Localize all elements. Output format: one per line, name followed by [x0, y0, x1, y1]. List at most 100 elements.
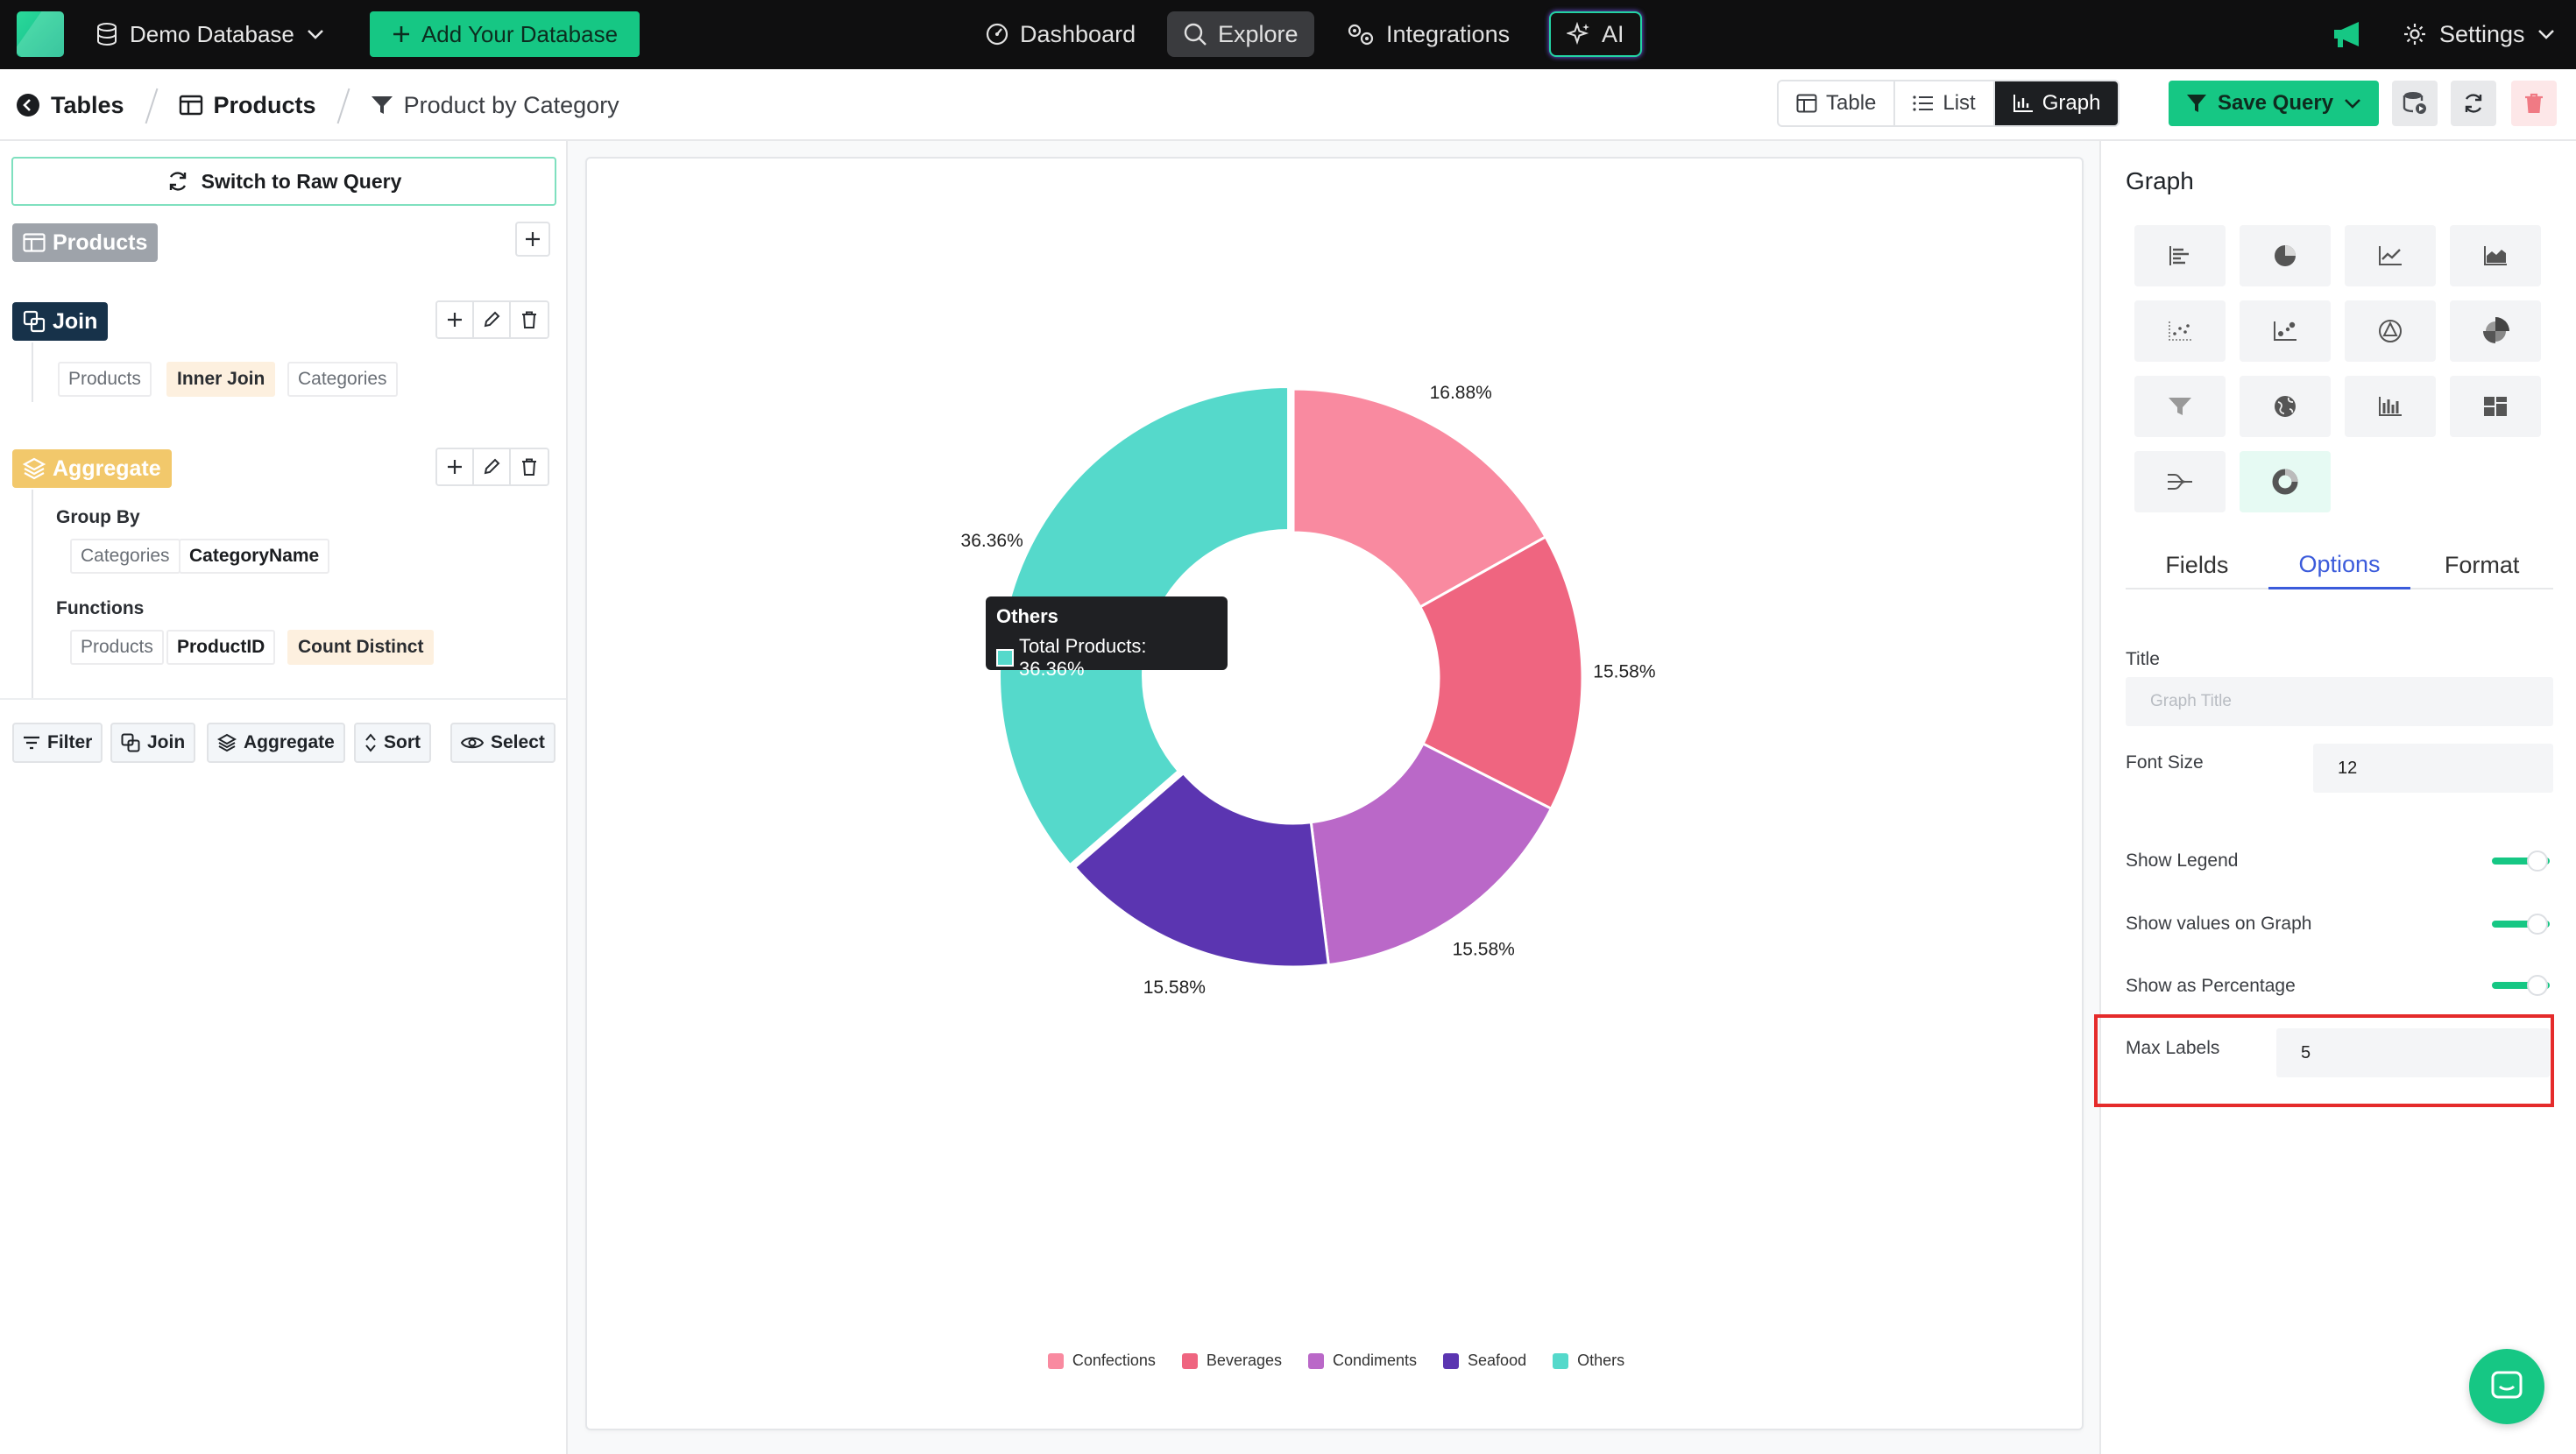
delete-query-button[interactable]	[2511, 81, 2557, 126]
view-list-label: List	[1943, 91, 1976, 115]
announcement-icon[interactable]	[2331, 19, 2366, 49]
breadcrumb-products[interactable]: Products	[179, 92, 316, 119]
table-icon	[23, 233, 46, 252]
group-by-field[interactable]: CategoryName	[179, 539, 330, 574]
bar-chart-icon	[2168, 245, 2192, 266]
refresh-button[interactable]	[2451, 81, 2496, 126]
show-values-label: Show values on Graph	[2126, 914, 2312, 934]
nav-dashboard[interactable]: Dashboard	[969, 11, 1151, 57]
trash-icon	[2523, 92, 2544, 115]
legend-swatch	[1181, 1352, 1198, 1369]
chart-type-donut[interactable]	[2240, 451, 2331, 512]
filter-icon	[2186, 94, 2207, 113]
nav-ai[interactable]: AI	[1549, 11, 1642, 57]
chart-type-funnel[interactable]	[2134, 376, 2226, 437]
bubble-chart-icon	[2273, 321, 2297, 342]
add-to-aggregate-button[interactable]	[437, 449, 474, 484]
join-type[interactable]: Inner Join	[166, 362, 276, 397]
tab-fields[interactable]: Fields	[2126, 542, 2268, 588]
run-query-button[interactable]	[2392, 81, 2438, 126]
legend-item-others[interactable]: Others	[1553, 1352, 1624, 1370]
slice-value-label: 15.58%	[1453, 939, 1515, 959]
add-aggregate-button[interactable]: Aggregate	[207, 723, 345, 763]
legend-item-beverages[interactable]: Beverages	[1181, 1352, 1282, 1370]
tab-options[interactable]: Options	[2268, 542, 2411, 589]
database-run-icon	[2402, 90, 2428, 116]
tooltip-value: Total Products: 36.36%	[1018, 635, 1147, 680]
legend-item-condiments[interactable]: Condiments	[1307, 1352, 1418, 1370]
join-right-table[interactable]: Categories	[287, 362, 398, 397]
edit-aggregate-button[interactable]	[474, 449, 511, 484]
chart-type-sankey[interactable]	[2134, 451, 2226, 512]
chart-type-histogram[interactable]	[2345, 376, 2436, 437]
join-block-tag[interactable]: Join	[12, 302, 109, 341]
legend-swatch	[1307, 1352, 1324, 1369]
app-logo[interactable]	[17, 11, 64, 57]
chart-type-pie[interactable]	[2240, 225, 2331, 286]
polar-area-icon	[2480, 316, 2510, 346]
add-to-join-button[interactable]	[437, 302, 474, 337]
legend-swatch	[1553, 1352, 1569, 1369]
legend-item-seafood[interactable]: Seafood	[1443, 1352, 1526, 1370]
support-chat-button[interactable]	[2469, 1349, 2544, 1424]
chevron-down-icon	[2344, 98, 2361, 109]
chart-type-scatter[interactable]	[2134, 300, 2226, 362]
add-sort-label: Sort	[384, 732, 421, 752]
group-by-table[interactable]: Categories	[70, 539, 180, 574]
view-graph-button[interactable]: Graph	[1994, 81, 2119, 125]
legend-label: Condiments	[1332, 1352, 1418, 1369]
legend-label: Confections	[1072, 1352, 1156, 1369]
chart-type-polar[interactable]	[2450, 300, 2541, 362]
function-name[interactable]: Count Distinct	[287, 630, 435, 665]
scatter-chart-icon	[2168, 321, 2192, 342]
chart-type-bar[interactable]	[2134, 225, 2226, 286]
swap-icon	[166, 171, 189, 192]
database-selector[interactable]: Demo Database	[96, 15, 324, 53]
settings-tabs: Fields Options Format	[2126, 542, 2553, 589]
source-table-tag[interactable]: Products	[12, 223, 159, 262]
show-legend-toggle[interactable]	[2492, 851, 2550, 872]
add-sort-button[interactable]: Sort	[354, 723, 431, 763]
chart-type-radar[interactable]	[2345, 300, 2436, 362]
view-table-button[interactable]: Table	[1779, 81, 1896, 125]
chart-type-treemap[interactable]	[2450, 376, 2541, 437]
add-filter-button[interactable]: Filter	[12, 723, 103, 763]
dashboard-icon	[985, 22, 1009, 46]
show-percentage-toggle[interactable]	[2492, 975, 2550, 996]
switch-raw-query-label: Switch to Raw Query	[201, 169, 402, 193]
aggregate-block-tag[interactable]: Aggregate	[12, 449, 172, 488]
nav-integrations-label: Integrations	[1386, 20, 1511, 47]
tab-format[interactable]: Format	[2410, 542, 2553, 588]
show-values-toggle[interactable]	[2492, 914, 2550, 935]
add-select-label: Select	[491, 732, 545, 752]
refresh-icon	[2462, 92, 2485, 115]
breadcrumb-tables-label: Tables	[51, 91, 124, 118]
add-join-button[interactable]: Join	[110, 723, 196, 763]
edit-join-button[interactable]	[474, 302, 511, 337]
settings-menu[interactable]: Settings	[2403, 15, 2555, 53]
nav-integrations[interactable]: Integrations	[1330, 11, 1525, 57]
chart-type-area[interactable]	[2450, 225, 2541, 286]
switch-raw-query-button[interactable]: Switch to Raw Query	[11, 157, 556, 206]
chart-type-bubble[interactable]	[2240, 300, 2331, 362]
add-select-button[interactable]: Select	[450, 723, 556, 763]
view-list-button[interactable]: List	[1895, 81, 1995, 125]
delete-join-button[interactable]	[511, 302, 548, 337]
chart-type-line[interactable]	[2345, 225, 2436, 286]
function-table[interactable]: Products	[70, 630, 164, 665]
chart-type-map[interactable]	[2240, 376, 2331, 437]
join-left-table[interactable]: Products	[58, 362, 152, 397]
delete-aggregate-button[interactable]	[511, 449, 548, 484]
add-step-button[interactable]	[515, 222, 550, 257]
graph-title-input[interactable]: Graph Title	[2126, 677, 2553, 726]
font-size-input[interactable]: 12	[2313, 744, 2553, 793]
top-navbar: Demo Database Add Your Database Dashboar…	[0, 0, 2576, 69]
breadcrumb-tables[interactable]: Tables	[16, 92, 124, 119]
save-query-button[interactable]: Save Query	[2169, 81, 2379, 126]
settings-label: Settings	[2439, 20, 2525, 47]
nav-explore[interactable]: Explore	[1167, 11, 1314, 57]
legend-item-confections[interactable]: Confections	[1047, 1352, 1156, 1370]
view-graph-label: Graph	[2042, 91, 2101, 115]
function-field[interactable]: ProductID	[166, 630, 276, 665]
add-database-button[interactable]: Add Your Database	[370, 11, 640, 57]
